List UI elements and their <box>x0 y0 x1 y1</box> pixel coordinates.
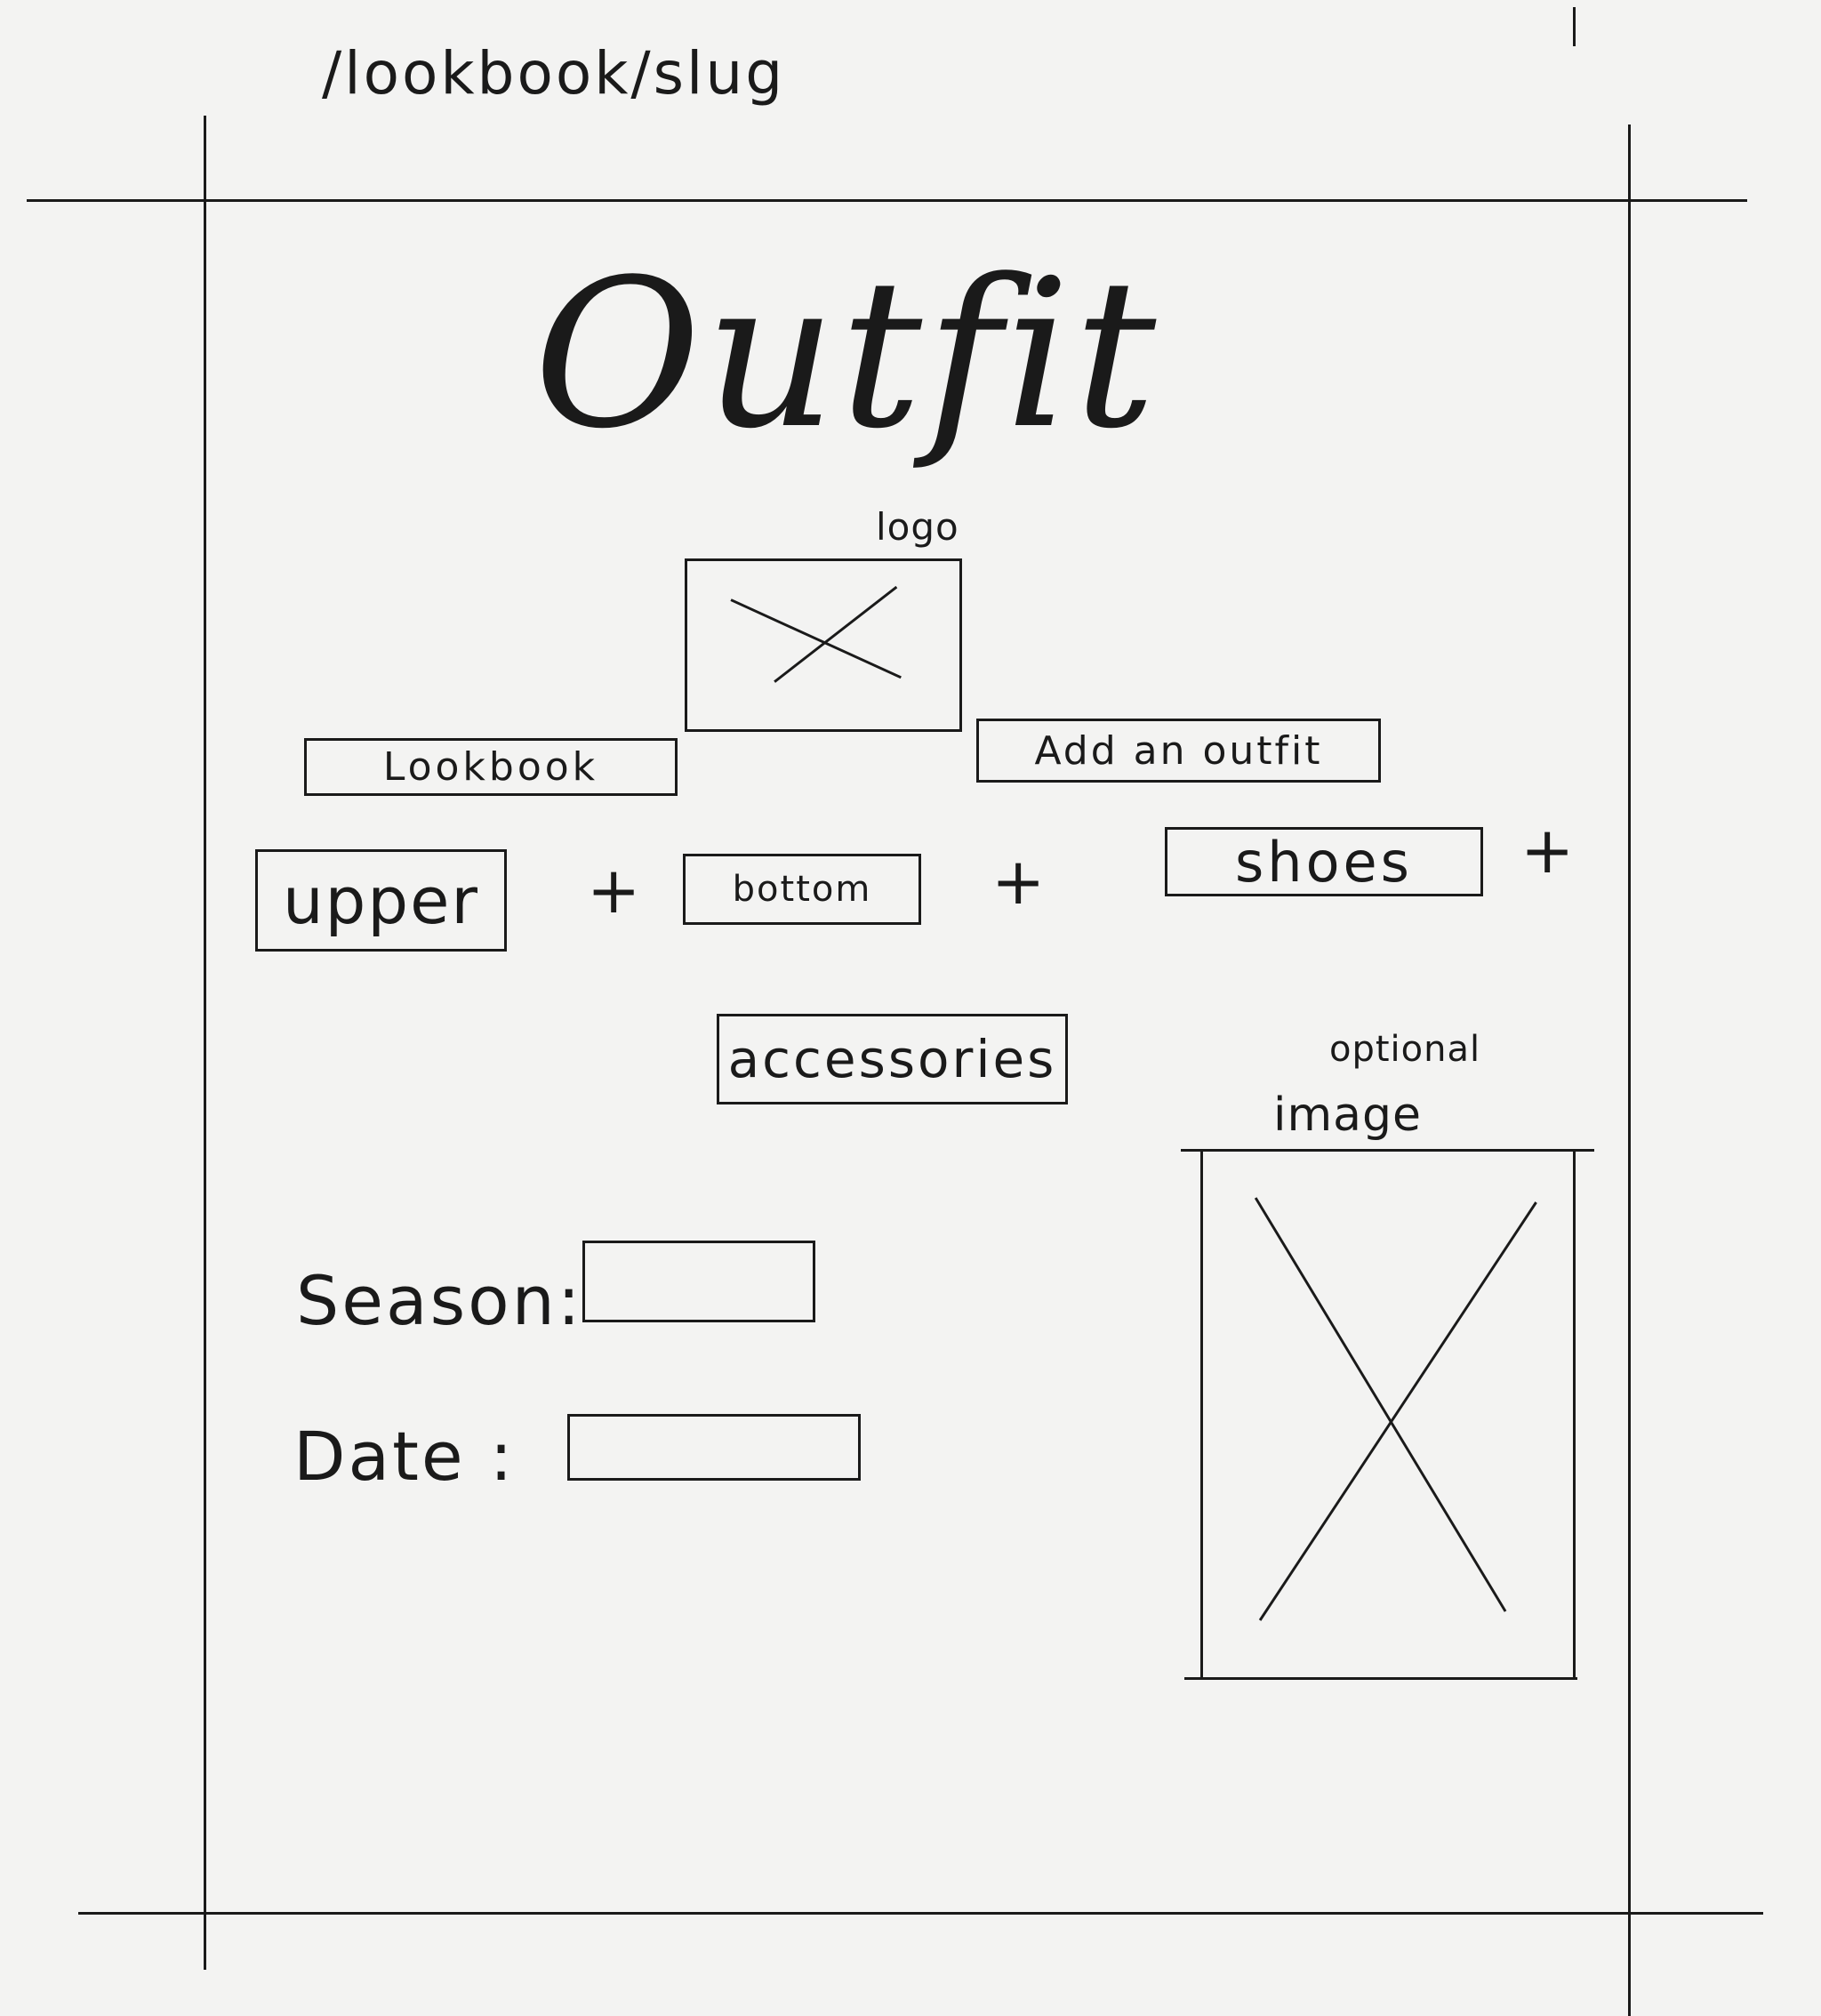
placeholder-cross-icon <box>730 585 902 683</box>
add-outfit-button[interactable]: Add an outfit <box>976 719 1381 783</box>
date-input[interactable] <box>567 1414 861 1481</box>
bottom-button[interactable]: bottom <box>683 854 921 925</box>
date-label: Date : <box>293 1417 516 1496</box>
frame-top-line <box>27 199 1747 202</box>
frame-bottom-line <box>78 1912 1763 1915</box>
route-label: /lookbook/slug <box>322 39 786 108</box>
placeholder-cross-icon <box>1254 1197 1537 1621</box>
upper-button[interactable]: upper <box>255 849 507 952</box>
plus-sign-2: + <box>991 844 1046 919</box>
frame-left-line <box>204 116 206 1970</box>
logo-label: logo <box>876 505 959 549</box>
logo-image-placeholder <box>685 558 962 732</box>
plus-sign-3: + <box>1520 813 1575 888</box>
frame-right-line <box>1628 124 1631 2016</box>
corner-tick <box>1573 7 1576 46</box>
accessories-button[interactable]: accessories <box>717 1014 1068 1104</box>
season-input[interactable] <box>582 1241 815 1322</box>
page-title: Outfit <box>533 237 1160 474</box>
image-label: image <box>1273 1088 1422 1142</box>
lookbook-button[interactable]: Lookbook <box>304 738 678 796</box>
optional-image-placeholder[interactable] <box>1200 1149 1576 1680</box>
optional-note: optional <box>1329 1029 1481 1070</box>
plus-sign-1: + <box>587 853 641 928</box>
season-label: Season: <box>296 1261 583 1340</box>
shoes-button[interactable]: shoes <box>1165 827 1483 896</box>
